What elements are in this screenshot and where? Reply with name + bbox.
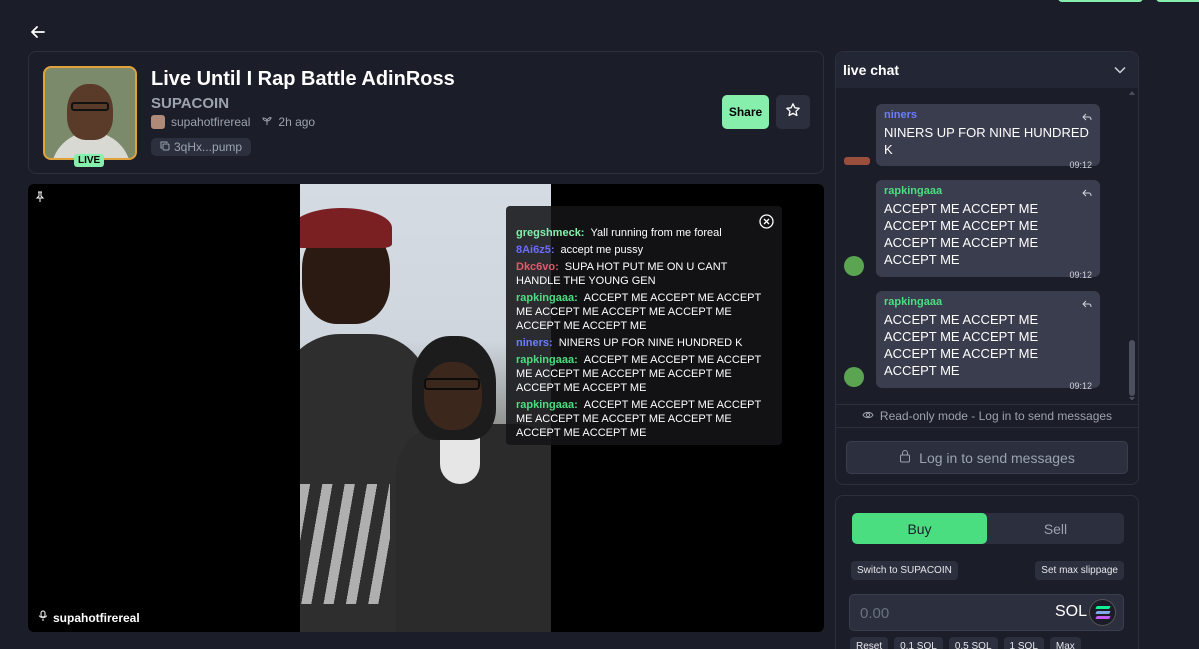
user-avatar[interactable] (844, 157, 870, 165)
stream-header-card: LIVE Live Until I Rap Battle AdinRoss SU… (28, 51, 824, 174)
top-action-button-1[interactable] (1058, 0, 1143, 2)
login-label: Log in to send messages (919, 449, 1075, 466)
contract-address-chip[interactable]: 3qHx...pump (151, 138, 252, 156)
stream-meta: supahotfirereal 2h ago (151, 115, 315, 129)
close-icon[interactable] (759, 214, 774, 229)
tab-sell[interactable]: Sell (987, 513, 1124, 544)
chat-message: rapkingaaa ACCEPT ME ACCEPT ME ACCEPT ME… (876, 180, 1100, 280)
overlay-chat-text: accept me pussy (560, 244, 644, 256)
chat-username[interactable]: rapkingaaa (884, 296, 1092, 308)
trade-tabs: Buy Sell (852, 513, 1124, 544)
star-icon (785, 102, 801, 123)
chat-text: ACCEPT ME ACCEPT ME ACCEPT ME ACCEPT ME … (884, 312, 1039, 378)
favorite-button[interactable] (776, 95, 810, 129)
trade-panel: Buy Sell Switch to SUPACOIN Set max slip… (835, 495, 1139, 649)
currency-label: SOL (1054, 603, 1087, 620)
chat-username[interactable]: rapkingaaa (884, 185, 1092, 197)
overlay-chat-line: 8Ai6z5: accept me pussy (516, 243, 772, 257)
overlay-chat-line: niners: NINERS UP FOR NINE HUNDRED K (516, 336, 772, 350)
chat-time: 09:12 (1069, 270, 1092, 280)
chat-time: 09:12 (1069, 381, 1092, 391)
quick-reset-button[interactable]: Reset (850, 637, 889, 649)
share-button[interactable]: Share (722, 95, 769, 129)
eye-icon (862, 409, 874, 423)
reply-icon[interactable] (1082, 185, 1092, 197)
stream-title: Live Until I Rap Battle AdinRoss (151, 68, 455, 90)
chat-username[interactable]: niners (884, 109, 1092, 121)
overlay-chat-text: Yall running from me foreal (590, 227, 722, 239)
user-avatar[interactable] (844, 256, 864, 276)
live-badge: LIVE (74, 154, 105, 167)
reply-icon[interactable] (1082, 296, 1092, 308)
streamer-tag: supahotfirereal (38, 610, 140, 625)
chat-time: 09:12 (1069, 160, 1092, 170)
chat-message: rapkingaaa ACCEPT ME ACCEPT ME ACCEPT ME… (876, 291, 1100, 391)
overlay-chat-username: Dkc6vo: (516, 261, 559, 273)
chevron-down-icon[interactable] (1114, 61, 1126, 79)
copy-icon (160, 140, 170, 154)
sprout-icon (262, 116, 272, 129)
chat-message: niners NINERS UP FOR NINE HUNDRED K 09:1… (876, 104, 1100, 170)
overlay-chat-line: gregshmeck: Yall running from me foreal (516, 226, 772, 240)
login-button[interactable]: Log in to send messages (846, 441, 1128, 474)
quick-max-button[interactable]: Max (1049, 637, 1081, 649)
amount-input[interactable] (860, 603, 1010, 623)
quick-0-5-sol-button[interactable]: 0.5 SOL (948, 637, 998, 649)
live-chat-header[interactable]: live chat (836, 52, 1138, 88)
readonly-notice: Read-only mode - Log in to send messages (836, 404, 1138, 428)
reply-icon[interactable] (1082, 109, 1092, 121)
quick-amounts: Reset 0.1 SOL 0.5 SOL 1 SOL Max (850, 637, 1081, 649)
switch-token-button[interactable]: Switch to SUPACOIN (851, 561, 958, 580)
back-arrow-icon[interactable] (28, 22, 48, 42)
overlay-chat: gregshmeck: Yall running from me foreal 8A… (506, 206, 782, 445)
microphone-icon (38, 610, 48, 625)
stream-age: 2h ago (278, 115, 316, 129)
quick-1-sol-button[interactable]: 1 SOL (1003, 637, 1044, 649)
overlay-chat-username: rapkingaaa: (516, 354, 578, 366)
overlay-chat-username: rapkingaaa: (516, 292, 578, 304)
top-action-button-2[interactable] (1156, 0, 1199, 2)
overlay-chat-line: Dkc6vo: SUPA HOT PUT ME ON U CANT HANDLE … (516, 260, 772, 288)
scroll-thumb[interactable] (1129, 340, 1135, 396)
live-chat-title: live chat (843, 62, 900, 78)
overlay-chat-username: 8Ai6z5: (516, 244, 555, 256)
coin-ticker[interactable]: SUPACOIN (151, 95, 229, 112)
tab-buy[interactable]: Buy (852, 513, 987, 544)
set-slippage-button[interactable]: Set max slippage (1035, 561, 1124, 580)
solana-logo-icon (1089, 599, 1116, 626)
overlay-chat-username: niners: (516, 337, 553, 349)
chat-text: NINERS UP FOR NINE HUNDRED K (884, 125, 1089, 157)
chat-text: ACCEPT ME ACCEPT ME ACCEPT ME ACCEPT ME … (884, 201, 1039, 267)
overlay-chat-line: rapkingaaa: ACCEPT ME ACCEPT ME ACCEPT ME… (516, 353, 772, 395)
readonly-text: Read-only mode - Log in to send messages (879, 409, 1113, 423)
overlay-chat-text: NINERS UP FOR NINE HUNDRED K (558, 337, 743, 349)
overlay-chat-username: rapkingaaa: (516, 399, 578, 411)
overlay-chat-username: gregshmeck: (516, 227, 585, 239)
video-player[interactable]: gregshmeck: Yall running from me foreal 8A… (28, 184, 824, 632)
chat-messages[interactable]: niners NINERS UP FOR NINE HUNDRED K 09:1… (836, 88, 1138, 400)
user-avatar[interactable] (844, 367, 864, 387)
live-chat-panel: live chat niners NINERS UP FOR NINE HUND… (835, 51, 1139, 485)
overlay-chat-line: rapkingaaa: ACCEPT ME ACCEPT ME ACCEPT ME… (516, 398, 772, 440)
quick-0-1-sol-button[interactable]: 0.1 SOL (894, 637, 943, 649)
amount-field: SOL (849, 594, 1124, 631)
creator-avatar[interactable] (151, 115, 165, 129)
streamer-thumbnail[interactable] (43, 66, 137, 160)
chat-scrollbar[interactable] (1129, 91, 1135, 400)
lock-icon (899, 449, 911, 466)
overlay-chat-line: rapkingaaa: ACCEPT ME ACCEPT ME ACCEPT ME… (516, 291, 772, 333)
streamer-name: supahotfirereal (53, 610, 140, 625)
creator-name[interactable]: supahotfirereal (171, 115, 250, 129)
contract-address: 3qHx...pump (174, 140, 243, 154)
pin-icon[interactable] (34, 190, 46, 202)
